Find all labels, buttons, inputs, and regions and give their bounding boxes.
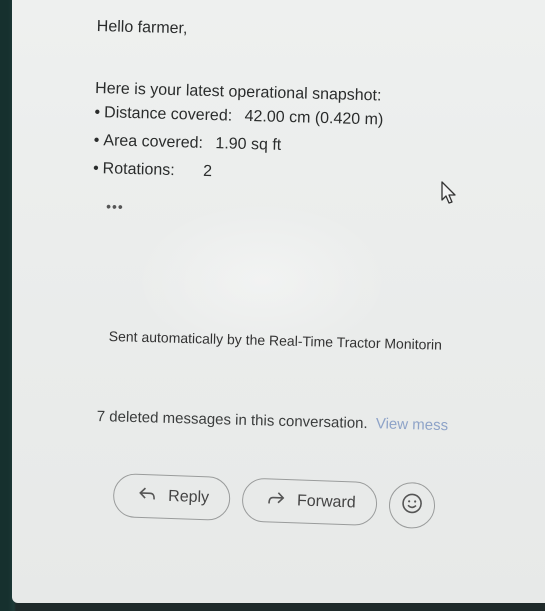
emoji-reaction-button[interactable] bbox=[387, 481, 436, 530]
message-actions: Reply Forward bbox=[112, 472, 436, 530]
emoji-smiley-icon bbox=[400, 492, 423, 520]
forward-arrow-icon bbox=[267, 491, 286, 511]
email-view: Hello farmer, Here is your latest operat… bbox=[12, 0, 545, 603]
reply-button[interactable]: Reply bbox=[112, 472, 231, 522]
reply-arrow-icon bbox=[138, 486, 157, 506]
bullet: • bbox=[92, 159, 99, 178]
stat-label: Rotations: bbox=[102, 160, 175, 180]
stat-label: Area covered: bbox=[103, 132, 204, 152]
auto-sent-footer: Sent automatically by the Real-Time Trac… bbox=[108, 328, 443, 353]
stat-area: • Area covered: 1.90 sq ft bbox=[93, 130, 533, 164]
stat-value: 1.90 sq ft bbox=[215, 135, 282, 154]
stat-value: 42.00 cm (0.420 m) bbox=[244, 107, 384, 129]
stat-value: 2 bbox=[202, 162, 213, 181]
stat-label: Distance covered: bbox=[103, 104, 233, 125]
forward-label: Forward bbox=[296, 492, 356, 512]
stats-list: • Distance covered: 42.00 cm (0.420 m) • A… bbox=[93, 102, 535, 191]
email-body: Hello farmer, Here is your latest operat… bbox=[92, 18, 537, 227]
reply-label: Reply bbox=[167, 487, 210, 507]
bullet: • bbox=[93, 131, 100, 150]
deleted-messages-text: 7 deleted messages in this conversation. bbox=[96, 408, 368, 433]
view-messages-link[interactable]: View mess bbox=[376, 415, 449, 434]
stat-rotations: • Rotations: 2 bbox=[93, 158, 533, 192]
forward-button[interactable]: Forward bbox=[241, 477, 378, 527]
email-greeting: Hello farmer, bbox=[96, 18, 188, 38]
deleted-messages-notice: 7 deleted messages in this conversation.… bbox=[97, 408, 545, 437]
bullet: • bbox=[94, 103, 101, 122]
mouse-pointer-icon bbox=[440, 180, 458, 211]
show-trimmed-content-button[interactable]: ••• bbox=[106, 198, 124, 214]
